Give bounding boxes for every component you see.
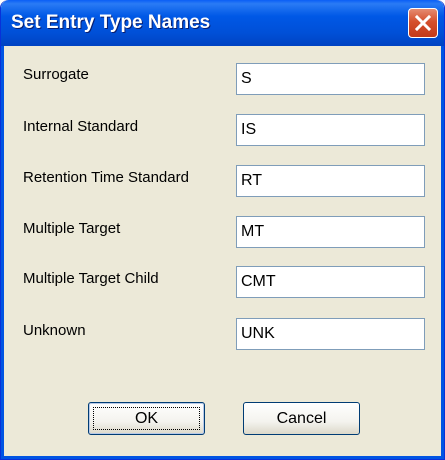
retention-time-standard-label: Retention Time Standard: [23, 169, 189, 186]
retention-time-standard-field[interactable]: [236, 165, 425, 197]
multiple-target-label: Multiple Target: [23, 220, 121, 237]
close-button[interactable]: [408, 8, 438, 38]
close-icon: [415, 15, 431, 31]
unknown-label: Unknown: [23, 322, 86, 339]
cancel-button-label: Cancel: [276, 410, 327, 427]
ok-button-label: OK: [134, 410, 159, 427]
window-border-right: [441, 46, 444, 459]
internal-standard-field[interactable]: [236, 114, 425, 146]
multiple-target-child-label: Multiple Target Child: [23, 270, 159, 287]
dialog-window: Set Entry Type Names Surrogate Internal …: [0, 0, 445, 460]
window-title: Set Entry Type Names: [11, 12, 211, 33]
window-border-bottom: [1, 456, 444, 459]
unknown-field[interactable]: [236, 318, 425, 350]
multiple-target-field[interactable]: [236, 216, 425, 248]
surrogate-label: Surrogate: [23, 66, 89, 83]
surrogate-field[interactable]: [236, 63, 425, 95]
window-border-left: [1, 46, 4, 459]
ok-button[interactable]: OK: [88, 402, 205, 435]
title-bar[interactable]: Set Entry Type Names: [1, 0, 444, 46]
internal-standard-label: Internal Standard: [23, 118, 139, 135]
cancel-button[interactable]: Cancel: [243, 402, 360, 435]
multiple-target-child-field[interactable]: [236, 266, 425, 298]
